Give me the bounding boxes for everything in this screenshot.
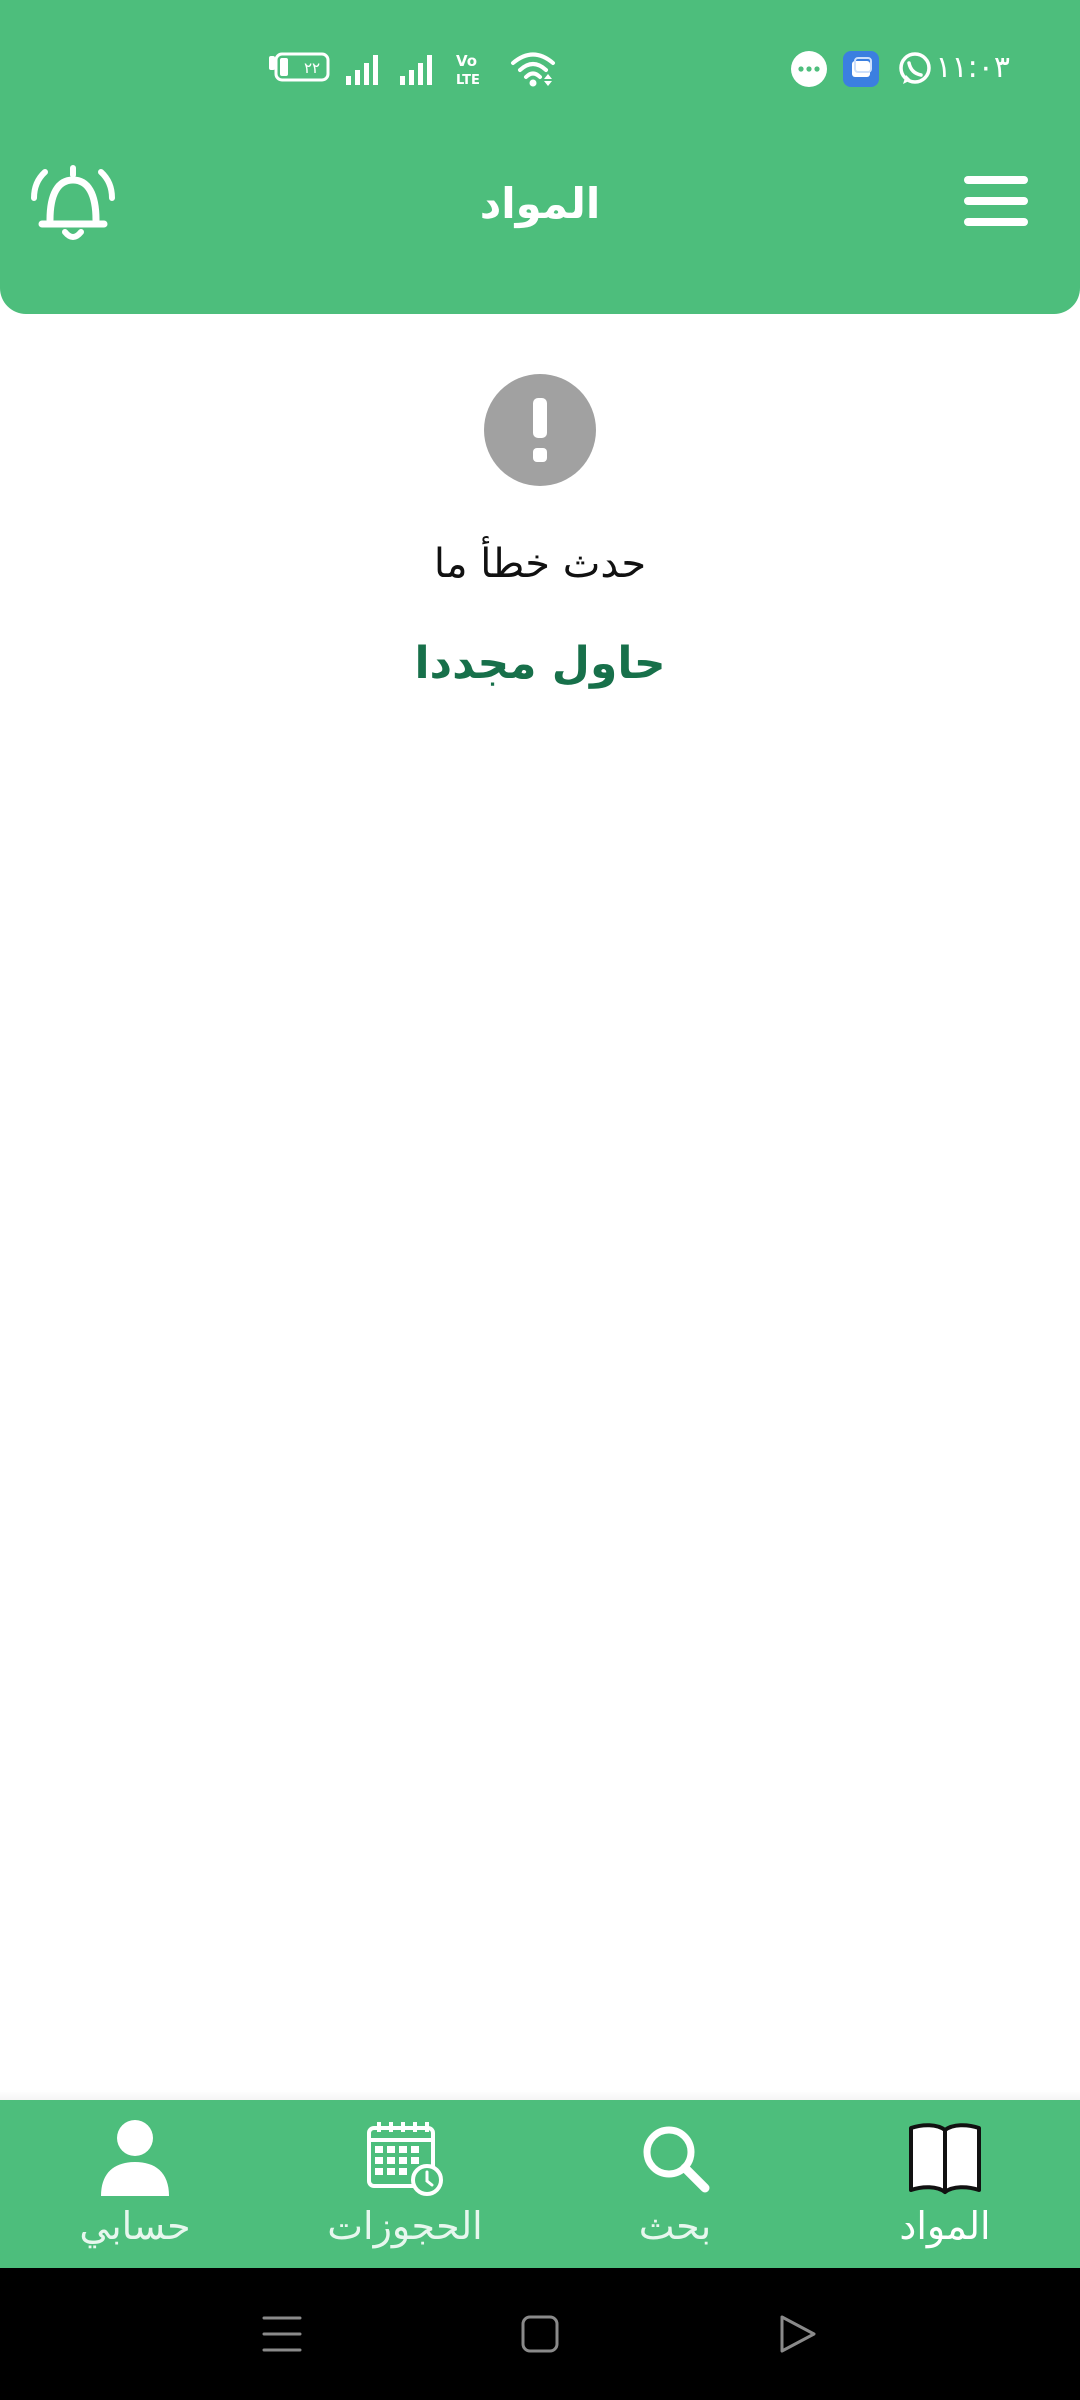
svg-text:LTE: LTE	[456, 73, 480, 88]
wifi-icon	[511, 52, 555, 87]
nav-label-account: حسابي	[79, 2204, 191, 2248]
nav-item-materials[interactable]: المواد	[810, 2100, 1080, 2268]
back-icon	[780, 2315, 816, 2353]
search-icon	[643, 2126, 710, 2193]
system-navigation-bar	[0, 2268, 1080, 2400]
battery-icon: ٢٢	[269, 52, 330, 82]
messages-icon	[791, 51, 827, 87]
status-bar: ١١:٠٣ Vo LTE ٢٢	[0, 0, 1080, 136]
calendar-clock-icon	[367, 2122, 443, 2196]
nav-label-bookings: الحجوزات	[327, 2204, 483, 2248]
nav-item-search[interactable]: بحث	[540, 2100, 810, 2268]
nav-label-materials: المواد	[899, 2204, 991, 2248]
signal-icon	[400, 55, 432, 85]
svg-text:Vo: Vo	[456, 52, 477, 70]
status-time: ١١:٠٣	[935, 50, 1010, 85]
back-button[interactable]	[768, 2308, 828, 2360]
volte-icon: Vo LTE	[456, 52, 480, 88]
recents-button[interactable]	[252, 2308, 312, 2360]
book-icon	[909, 2123, 981, 2194]
home-icon	[521, 2315, 559, 2353]
app-header: ١١:٠٣ Vo LTE ٢٢ المواد	[0, 0, 1080, 314]
nav-item-account[interactable]: حسابي	[0, 2100, 270, 2268]
retry-button[interactable]: حاول مجددا	[340, 632, 740, 696]
exclamation-circle-icon	[484, 374, 596, 486]
app-icon	[843, 51, 879, 87]
notifications-button[interactable]	[30, 162, 116, 246]
user-icon	[101, 2120, 169, 2196]
bottom-navigation: المواد بحث الحجوزات حسابي	[0, 2100, 1080, 2268]
home-button[interactable]	[510, 2308, 570, 2360]
recents-icon	[262, 2316, 302, 2352]
signal-icon	[346, 55, 378, 85]
page-title: المواد	[479, 179, 601, 228]
nav-label-search: بحث	[638, 2204, 712, 2248]
bell-ringing-icon	[31, 165, 115, 240]
menu-button[interactable]	[956, 172, 1028, 230]
error-message: حدث خطأ ما	[433, 541, 647, 587]
whatsapp-icon	[899, 52, 931, 84]
battery-level: ٢٢	[304, 59, 320, 77]
nav-item-bookings[interactable]: الحجوزات	[270, 2100, 540, 2268]
